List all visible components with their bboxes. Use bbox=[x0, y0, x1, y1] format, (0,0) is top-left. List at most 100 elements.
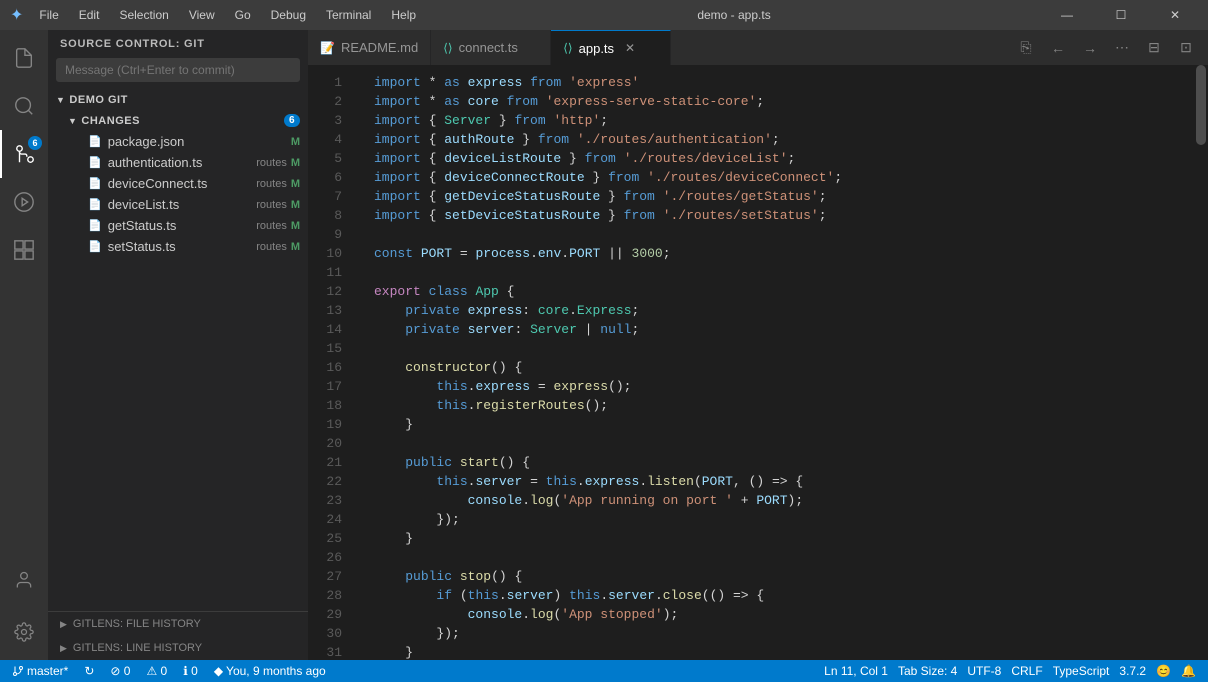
split-right-button[interactable]: ⊟ bbox=[1140, 34, 1168, 62]
code-line-16: constructor() { bbox=[374, 358, 1194, 377]
menu-view[interactable]: View bbox=[181, 6, 223, 24]
activity-search[interactable] bbox=[0, 82, 48, 130]
scrollbar-thumb[interactable] bbox=[1196, 65, 1206, 145]
chevron-down-icon2: ▼ bbox=[68, 116, 77, 126]
file-item-devicelist[interactable]: 📄 deviceList.ts routes M bbox=[60, 194, 308, 215]
activity-settings[interactable] bbox=[0, 608, 48, 656]
code-line-8: import { setDeviceStatusRoute } from './… bbox=[374, 206, 1194, 225]
demo-git-header[interactable]: ▼ DEMO GIT bbox=[48, 90, 308, 110]
window-title: demo - app.ts bbox=[697, 8, 770, 22]
code-line-28: if (this.server) this.server.close(() =>… bbox=[374, 586, 1194, 605]
file-item-deviceconnect[interactable]: 📄 deviceConnect.ts routes M bbox=[60, 173, 308, 194]
menu-go[interactable]: Go bbox=[227, 6, 259, 24]
file-name: setStatus.ts bbox=[108, 239, 257, 254]
code-line-15 bbox=[374, 339, 1194, 358]
code-line-13: private express: core.Express; bbox=[374, 301, 1194, 320]
title-bar-left: ✦ File Edit Selection View Go Debug Term… bbox=[10, 5, 424, 25]
vscode-logo: ✦ bbox=[10, 5, 23, 25]
code-line-21: public start() { bbox=[374, 453, 1194, 472]
minimize-button[interactable]: — bbox=[1044, 0, 1090, 30]
code-line-26 bbox=[374, 548, 1194, 567]
code-line-31: } bbox=[374, 643, 1194, 660]
chevron-down-icon: ▼ bbox=[56, 95, 65, 105]
bell-icon: 🔔 bbox=[1181, 664, 1196, 678]
tab-app[interactable]: ⟨⟩ app.ts ✕ bbox=[551, 30, 671, 65]
tab-size-status[interactable]: Tab Size: 4 bbox=[894, 660, 961, 682]
code-line-29: console.log('App stopped'); bbox=[374, 605, 1194, 624]
feedback-button[interactable]: 😊 bbox=[1152, 660, 1175, 682]
changes-header[interactable]: ▼ CHANGES 6 bbox=[60, 110, 308, 131]
warnings-status[interactable]: ⚠ 0 bbox=[142, 660, 171, 682]
file-type: routes bbox=[256, 199, 287, 211]
menu-selection[interactable]: Selection bbox=[111, 6, 176, 24]
menu-edit[interactable]: Edit bbox=[71, 6, 108, 24]
file-icon: 📄 bbox=[88, 198, 102, 211]
sidebar-bottom: ▶ GITLENS: FILE HISTORY ▶ GITLENS: LINE … bbox=[48, 611, 308, 660]
line-col-status[interactable]: Ln 11, Col 1 bbox=[820, 660, 892, 682]
tab-close-button[interactable]: ✕ bbox=[622, 40, 638, 56]
file-item-getstatus[interactable]: 📄 getStatus.ts routes M bbox=[60, 215, 308, 236]
more-actions-button[interactable]: ⋯ bbox=[1108, 34, 1136, 62]
changes-label: CHANGES bbox=[81, 115, 140, 127]
feedback-icon: 😊 bbox=[1156, 664, 1171, 678]
activity-debug[interactable] bbox=[0, 178, 48, 226]
file-modified-badge: M bbox=[291, 199, 300, 211]
info-status[interactable]: ℹ 0 bbox=[179, 660, 202, 682]
menu-debug[interactable]: Debug bbox=[263, 6, 314, 24]
chevron-right-icon: ▶ bbox=[60, 619, 67, 630]
editor-scrollbar[interactable] bbox=[1194, 65, 1208, 660]
code-line-9 bbox=[374, 225, 1194, 244]
go-back-button[interactable]: ← bbox=[1044, 34, 1072, 62]
menu-help[interactable]: Help bbox=[383, 6, 424, 24]
language-status[interactable]: TypeScript bbox=[1049, 660, 1114, 682]
version-status[interactable]: 3.7.2 bbox=[1115, 660, 1150, 682]
code-line-14: private server: Server | null; bbox=[374, 320, 1194, 339]
code-line-12: export class App { bbox=[374, 282, 1194, 301]
activity-extensions[interactable] bbox=[0, 226, 48, 274]
source-control-badge: 6 bbox=[28, 136, 42, 150]
file-item-setstatus[interactable]: 📄 setStatus.ts routes M bbox=[60, 236, 308, 257]
tab-bar-actions: ⎘ ← → ⋯ ⊟ ⊡ bbox=[1004, 30, 1208, 65]
file-modified-badge: M bbox=[291, 178, 300, 190]
gitlens-file-history[interactable]: ▶ GITLENS: FILE HISTORY bbox=[48, 612, 308, 636]
activity-source-control[interactable]: 6 bbox=[0, 130, 48, 178]
maximize-button[interactable]: ☐ bbox=[1098, 0, 1144, 30]
tab-connect[interactable]: ⟨⟩ connect.ts bbox=[431, 30, 551, 65]
sync-status[interactable]: ↻ bbox=[80, 660, 98, 682]
line-numbers: 12345 678910 1112131415 1617181920 21222… bbox=[308, 65, 358, 660]
status-bar: master* ↻ ⊘ 0 ⚠ 0 ℹ 0 ◆ You, 9 months ag… bbox=[0, 660, 1208, 682]
branch-status[interactable]: master* bbox=[8, 660, 72, 682]
commit-message-input[interactable] bbox=[56, 58, 300, 82]
tab-readme-icon: 📝 bbox=[320, 41, 335, 55]
file-name: authentication.ts bbox=[108, 155, 257, 170]
editor-layout-button[interactable]: ⊡ bbox=[1172, 34, 1200, 62]
split-editor-button[interactable]: ⎘ bbox=[1012, 34, 1040, 62]
file-item-authentication[interactable]: 📄 authentication.ts routes M bbox=[60, 152, 308, 173]
code-editor[interactable]: import * as express from 'express' impor… bbox=[358, 65, 1194, 660]
tab-connect-icon: ⟨⟩ bbox=[443, 41, 452, 55]
code-line-10: const PORT = process.env.PORT || 3000; bbox=[374, 244, 1194, 263]
encoding-status[interactable]: UTF-8 bbox=[963, 660, 1005, 682]
file-item-package[interactable]: 📄 package.json M bbox=[60, 131, 308, 152]
editor-content[interactable]: 12345 678910 1112131415 1617181920 21222… bbox=[308, 65, 1208, 660]
notifications-button[interactable]: 🔔 bbox=[1177, 660, 1200, 682]
close-button[interactable]: ✕ bbox=[1152, 0, 1198, 30]
file-icon: 📄 bbox=[88, 219, 102, 232]
menu-terminal[interactable]: Terminal bbox=[318, 6, 379, 24]
tab-readme[interactable]: 📝 README.md bbox=[308, 30, 431, 65]
gitlens-line-history[interactable]: ▶ GITLENS: LINE HISTORY bbox=[48, 636, 308, 660]
errors-status[interactable]: ⊘ 0 bbox=[106, 660, 134, 682]
code-line-23: console.log('App running on port ' + POR… bbox=[374, 491, 1194, 510]
menu-file[interactable]: File bbox=[31, 6, 66, 24]
code-line-20 bbox=[374, 434, 1194, 453]
gitlens-status[interactable]: ◆ You, 9 months ago bbox=[210, 660, 330, 682]
activity-explorer[interactable] bbox=[0, 34, 48, 82]
code-line-1: import * as express from 'express' bbox=[374, 73, 1194, 92]
go-forward-button[interactable]: → bbox=[1076, 34, 1104, 62]
file-type: routes bbox=[256, 178, 287, 190]
line-col-label: Ln 11, Col 1 bbox=[824, 664, 888, 678]
activity-accounts[interactable] bbox=[0, 556, 48, 604]
status-right: Ln 11, Col 1 Tab Size: 4 UTF-8 CRLF Type… bbox=[820, 660, 1200, 682]
title-bar: ✦ File Edit Selection View Go Debug Term… bbox=[0, 0, 1208, 30]
line-ending-status[interactable]: CRLF bbox=[1007, 660, 1046, 682]
